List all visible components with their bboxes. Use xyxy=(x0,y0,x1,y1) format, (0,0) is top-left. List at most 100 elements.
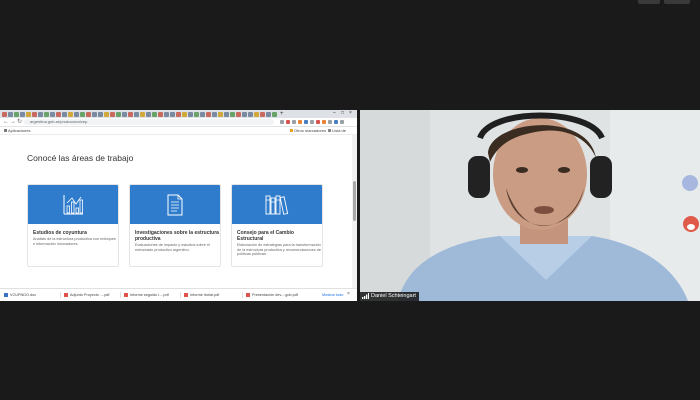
tab-favicon[interactable] xyxy=(2,111,7,117)
tab-favicon[interactable] xyxy=(20,111,25,117)
tab-favicon[interactable] xyxy=(266,111,271,117)
apps-grid-icon xyxy=(4,129,7,133)
close-icon[interactable]: × xyxy=(347,291,350,297)
extension-icon[interactable] xyxy=(298,120,302,124)
tab-favicon[interactable] xyxy=(122,111,127,117)
downloads-bar: VCUPNDO.doc Adjunto Proyecto ....pdf Inf… xyxy=(0,288,357,301)
card-estudios-coyuntura[interactable]: Estudios de coyuntura Análisis de la est… xyxy=(27,184,119,267)
tab-favicon[interactable] xyxy=(200,111,205,117)
tab-favicon[interactable] xyxy=(110,111,115,117)
extensions-toolbar xyxy=(280,120,344,124)
page-scrollbar[interactable] xyxy=(352,135,357,288)
card-consejo-cambio-estructural[interactable]: Consejo para el Cambio Estructural Elabo… xyxy=(231,184,323,267)
download-item[interactable]: Presentación dev....gob.pdf xyxy=(246,292,298,298)
tab-favicon[interactable] xyxy=(140,111,145,117)
profile-avatar[interactable] xyxy=(334,120,338,124)
card-description: Análisis de la estructura productiva con… xyxy=(33,237,116,246)
back-icon[interactable]: ← xyxy=(3,119,9,125)
tab-favicon[interactable] xyxy=(152,111,157,117)
tab-favicon[interactable] xyxy=(68,111,73,117)
tab-favicon[interactable] xyxy=(14,111,19,117)
top-control-right[interactable] xyxy=(664,0,690,4)
extension-icon[interactable] xyxy=(280,120,284,124)
extension-icon[interactable] xyxy=(304,120,308,124)
card-title[interactable]: Consejo para el Cambio Estructural xyxy=(237,230,321,242)
tab-favicon[interactable] xyxy=(212,111,217,117)
bookmark-apps[interactable]: Aplicaciones xyxy=(4,127,30,135)
tab-favicon[interactable] xyxy=(254,111,259,117)
extension-icon[interactable] xyxy=(328,120,332,124)
tab-favicon[interactable] xyxy=(260,111,265,117)
tab-favicon[interactable] xyxy=(236,111,241,117)
reading-list-icon xyxy=(328,129,331,133)
extension-icon[interactable] xyxy=(316,120,320,124)
close-window-icon[interactable]: × xyxy=(349,111,354,116)
tab-favicon[interactable] xyxy=(272,111,277,117)
section-title: Conocé las áreas de trabajo xyxy=(27,153,134,163)
tab-favicon[interactable] xyxy=(206,111,211,117)
reload-icon[interactable]: ↻ xyxy=(17,119,22,125)
tab-favicon[interactable] xyxy=(224,111,229,117)
tab-favicon[interactable] xyxy=(158,111,163,117)
tab-favicon[interactable] xyxy=(32,111,37,117)
tab-favicon[interactable] xyxy=(230,111,235,117)
tab-favicon[interactable] xyxy=(74,111,79,117)
show-all-downloads-button[interactable]: Mostrar todo xyxy=(322,292,343,298)
tab-favicon[interactable] xyxy=(194,111,199,117)
tab-favicon[interactable] xyxy=(80,111,85,117)
download-item[interactable]: Adjunto Proyecto ....pdf xyxy=(64,292,109,298)
tab-favicon[interactable] xyxy=(170,111,175,117)
tab-favicon[interactable] xyxy=(146,111,151,117)
tab-favicon[interactable] xyxy=(38,111,43,117)
bookmark-label: Otros marcadores xyxy=(294,128,327,133)
scrollbar-thumb[interactable] xyxy=(353,181,356,221)
bookmark-other[interactable]: Otros marcadores xyxy=(290,127,326,135)
tab-favicon[interactable] xyxy=(182,111,187,117)
card-investigaciones[interactable]: Investigaciones sobre la estructura prod… xyxy=(129,184,221,267)
browser-menu-icon[interactable] xyxy=(340,120,344,124)
participant-video[interactable]: Daniel Schteingart xyxy=(360,110,700,301)
tab-favicon[interactable] xyxy=(218,111,223,117)
tab-favicon[interactable] xyxy=(50,111,55,117)
extension-icon[interactable] xyxy=(292,120,296,124)
tab-favicon[interactable] xyxy=(44,111,49,117)
tab-favicon[interactable] xyxy=(164,111,169,117)
document-icon xyxy=(167,194,183,215)
tab-favicon[interactable] xyxy=(176,111,181,117)
card-title[interactable]: Estudios de coyuntura xyxy=(33,230,117,236)
tab-favicon[interactable] xyxy=(98,111,103,117)
tab-favicon[interactable] xyxy=(26,111,31,117)
participant-name: Daniel Schteingart xyxy=(371,293,416,299)
tab-favicon[interactable] xyxy=(56,111,61,117)
tab-favicon[interactable] xyxy=(248,111,253,117)
card-image xyxy=(232,185,322,224)
new-tab-icon[interactable]: + xyxy=(280,111,284,117)
minimize-icon[interactable]: – xyxy=(333,111,338,116)
card-image xyxy=(130,185,220,224)
extension-icon[interactable] xyxy=(322,120,326,124)
tab-favicon[interactable] xyxy=(128,111,133,117)
maximize-icon[interactable]: □ xyxy=(341,111,346,116)
url-input[interactable]: argentina.gob.ar/produccion/cep xyxy=(24,119,274,125)
download-filename: Informe seguido i....pdf xyxy=(130,293,169,297)
card-title[interactable]: Investigaciones sobre la estructura prod… xyxy=(135,230,219,242)
download-item[interactable]: Informe seguido i....pdf xyxy=(124,292,169,298)
extension-icon[interactable] xyxy=(286,120,290,124)
divider xyxy=(180,292,181,298)
tab-favicon[interactable] xyxy=(86,111,91,117)
tab-favicon[interactable] xyxy=(104,111,109,117)
tab-favicon[interactable] xyxy=(116,111,121,117)
extension-icon[interactable] xyxy=(310,120,314,124)
shared-screen: + – □ × ← → ↻ argentina.gob.ar/produccio… xyxy=(0,110,357,301)
tab-favicon[interactable] xyxy=(8,111,13,117)
forward-icon[interactable]: → xyxy=(10,119,16,125)
tab-favicon[interactable] xyxy=(62,111,67,117)
pdf-file-icon xyxy=(184,293,188,297)
tab-favicon[interactable] xyxy=(188,111,193,117)
tab-favicon[interactable] xyxy=(242,111,247,117)
download-item[interactable]: VCUPNDO.doc xyxy=(4,292,36,298)
tab-favicon[interactable] xyxy=(134,111,139,117)
tab-favicon[interactable] xyxy=(92,111,97,117)
download-item[interactable]: Informe itorial.pdf xyxy=(184,292,219,298)
top-control-left[interactable] xyxy=(638,0,660,4)
